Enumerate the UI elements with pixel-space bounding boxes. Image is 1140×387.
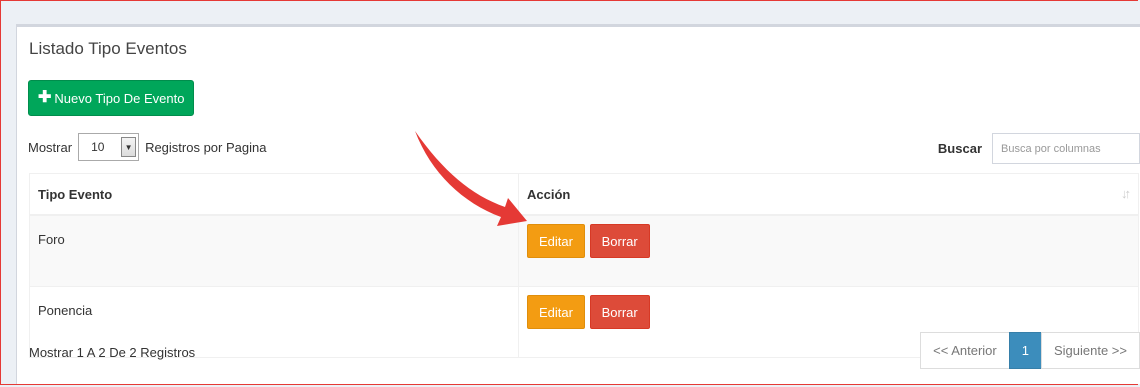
table-info: Mostrar 1 A 2 De 2 Registros: [29, 345, 196, 360]
pagination: << Anterior 1 Siguiente >>: [920, 332, 1140, 369]
length-prefix: Mostrar: [28, 139, 73, 155]
chevron-down-icon: ▼: [121, 137, 137, 157]
row-actions: Editar Borrar: [518, 214, 1139, 287]
delete-button[interactable]: Borrar: [589, 295, 650, 329]
page-title: Listado Tipo Eventos: [29, 39, 187, 58]
sort-icon: ↓↑: [1121, 186, 1131, 201]
search-control: Buscar: [938, 133, 1140, 164]
new-event-type-label: Nuevo Tipo De Evento: [54, 90, 185, 106]
page-length-select[interactable]: 10 ▼: [78, 133, 140, 161]
prev-page-button[interactable]: << Anterior: [920, 332, 1010, 369]
event-types-table: Tipo Evento Acción ↓↑ Foro Editar Borrar…: [29, 173, 1139, 358]
table-row: Foro Editar Borrar: [29, 214, 1139, 287]
new-event-type-button[interactable]: ✚ Nuevo Tipo De Evento: [28, 80, 195, 116]
annotation-arrow-icon: [415, 131, 527, 226]
plus-icon: ✚: [38, 89, 52, 106]
search-input[interactable]: [992, 133, 1140, 164]
page-1-button[interactable]: 1: [1008, 332, 1042, 369]
edit-button[interactable]: Editar: [527, 224, 585, 258]
delete-button[interactable]: Borrar: [589, 224, 650, 258]
next-page-button[interactable]: Siguiente >>: [1040, 332, 1140, 369]
search-label: Buscar: [937, 141, 982, 156]
page-length-value: 10: [91, 140, 105, 154]
column-header-accion[interactable]: Acción ↓↑: [518, 173, 1139, 216]
edit-button[interactable]: Editar: [527, 295, 585, 329]
content-box: Listado Tipo Eventos ✚ Nuevo Tipo De Eve…: [16, 24, 1140, 384]
length-suffix: Registros por Pagina: [145, 139, 267, 155]
table-header-row: Tipo Evento Acción ↓↑: [29, 173, 1139, 216]
page-length-control: Mostrar 10 ▼ Registros por Pagina: [28, 133, 266, 161]
